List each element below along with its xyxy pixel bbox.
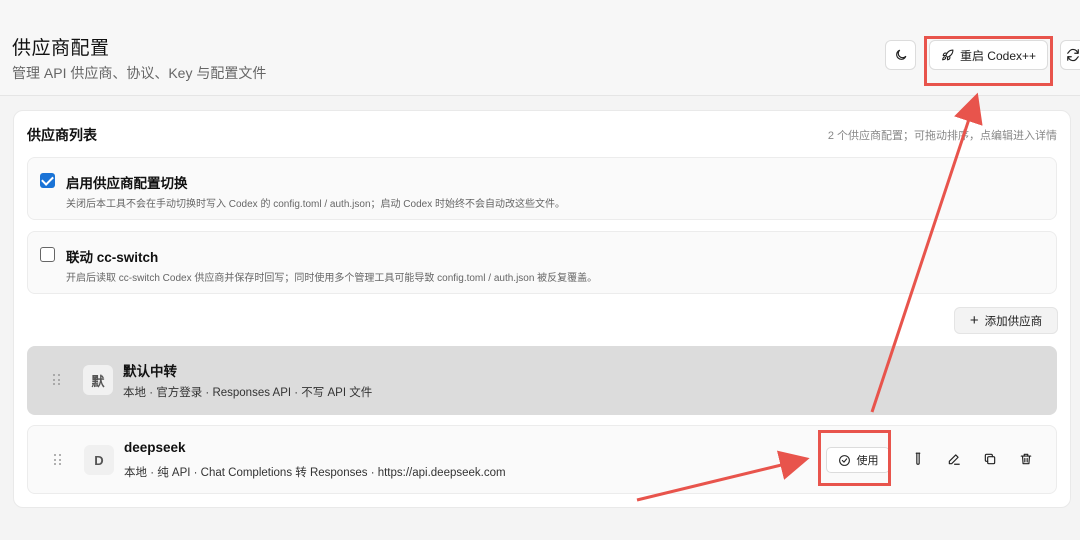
restart-codex-label: 重启 Codex++ [959,48,1037,63]
panel-hint: 2 个供应商配置；可拖动排序，点编辑进入详情 [827,130,1057,142]
drag-handle-icon[interactable] [53,374,61,386]
page-title: 供应商配置 [12,38,110,59]
plus-icon: + [969,312,979,329]
page-subtitle: 管理 API 供应商、协议、Key 与配置文件 [12,65,267,81]
test-connection-button[interactable] [910,451,926,467]
provider-row[interactable]: D deepseek 本地 · 纯 API · Chat Completions… [27,425,1057,494]
rocket-icon [942,49,954,60]
panel-title: 供应商列表 [27,127,97,143]
provider-name: deepseek [124,440,186,455]
provider-name: 默认中转 [123,364,177,379]
option-title: 启用供应商配置切换 [66,176,188,191]
refresh-icon [1067,48,1079,62]
provider-avatar: 默 [83,365,113,395]
provider-description: 本地 · 纯 API · Chat Completions 转 Response… [124,467,506,479]
moon-icon [895,49,906,60]
provider-row[interactable]: 默 默认中转 本地 · 官方登录 · Responses API · 不写 AP… [27,346,1057,415]
provider-avatar: D [84,445,114,475]
enable-switch-checkbox[interactable] [40,173,55,188]
page-header: 供应商配置 管理 API 供应商、协议、Key 与配置文件 重启 Codex++ [0,0,1080,96]
option-description: 关闭后本工具不会在手动切换时写入 Codex 的 config.toml / a… [66,199,565,210]
provider-list-panel: 供应商列表 2 个供应商配置；可拖动排序，点编辑进入详情 启用供应商配置切换 关… [13,110,1071,508]
trash-icon [1020,453,1032,465]
delete-provider-button[interactable] [1018,451,1034,467]
edit-provider-button[interactable] [946,451,962,467]
pencil-icon [948,454,960,465]
add-provider-button[interactable]: + 添加供应商 [954,307,1058,334]
restart-codex-button[interactable]: 重启 Codex++ [929,40,1048,70]
cc-switch-option[interactable]: 联动 cc-switch 开启后读取 cc-switch Codex 供应商并保… [27,231,1057,294]
check-circle-icon [838,454,850,466]
option-title: 联动 cc-switch [66,250,159,265]
test-tube-icon [915,452,921,465]
enable-switch-option[interactable]: 启用供应商配置切换 关闭后本工具不会在手动切换时写入 Codex 的 confi… [27,157,1057,220]
copy-icon [984,453,996,465]
provider-description: 本地 · 官方登录 · Responses API · 不写 API 文件 [123,387,373,399]
cc-switch-checkbox[interactable] [40,247,55,262]
option-description: 开启后读取 cc-switch Codex 供应商并保存时回写；同时使用多个管理… [66,273,598,284]
use-provider-label: 使用 [856,455,879,467]
drag-handle-icon[interactable] [54,454,62,466]
add-provider-label: 添加供应商 [984,315,1043,328]
copy-provider-button[interactable] [982,451,998,467]
refresh-button[interactable] [1060,40,1080,70]
use-provider-button[interactable]: 使用 [826,447,890,473]
theme-toggle-button[interactable] [885,40,916,70]
